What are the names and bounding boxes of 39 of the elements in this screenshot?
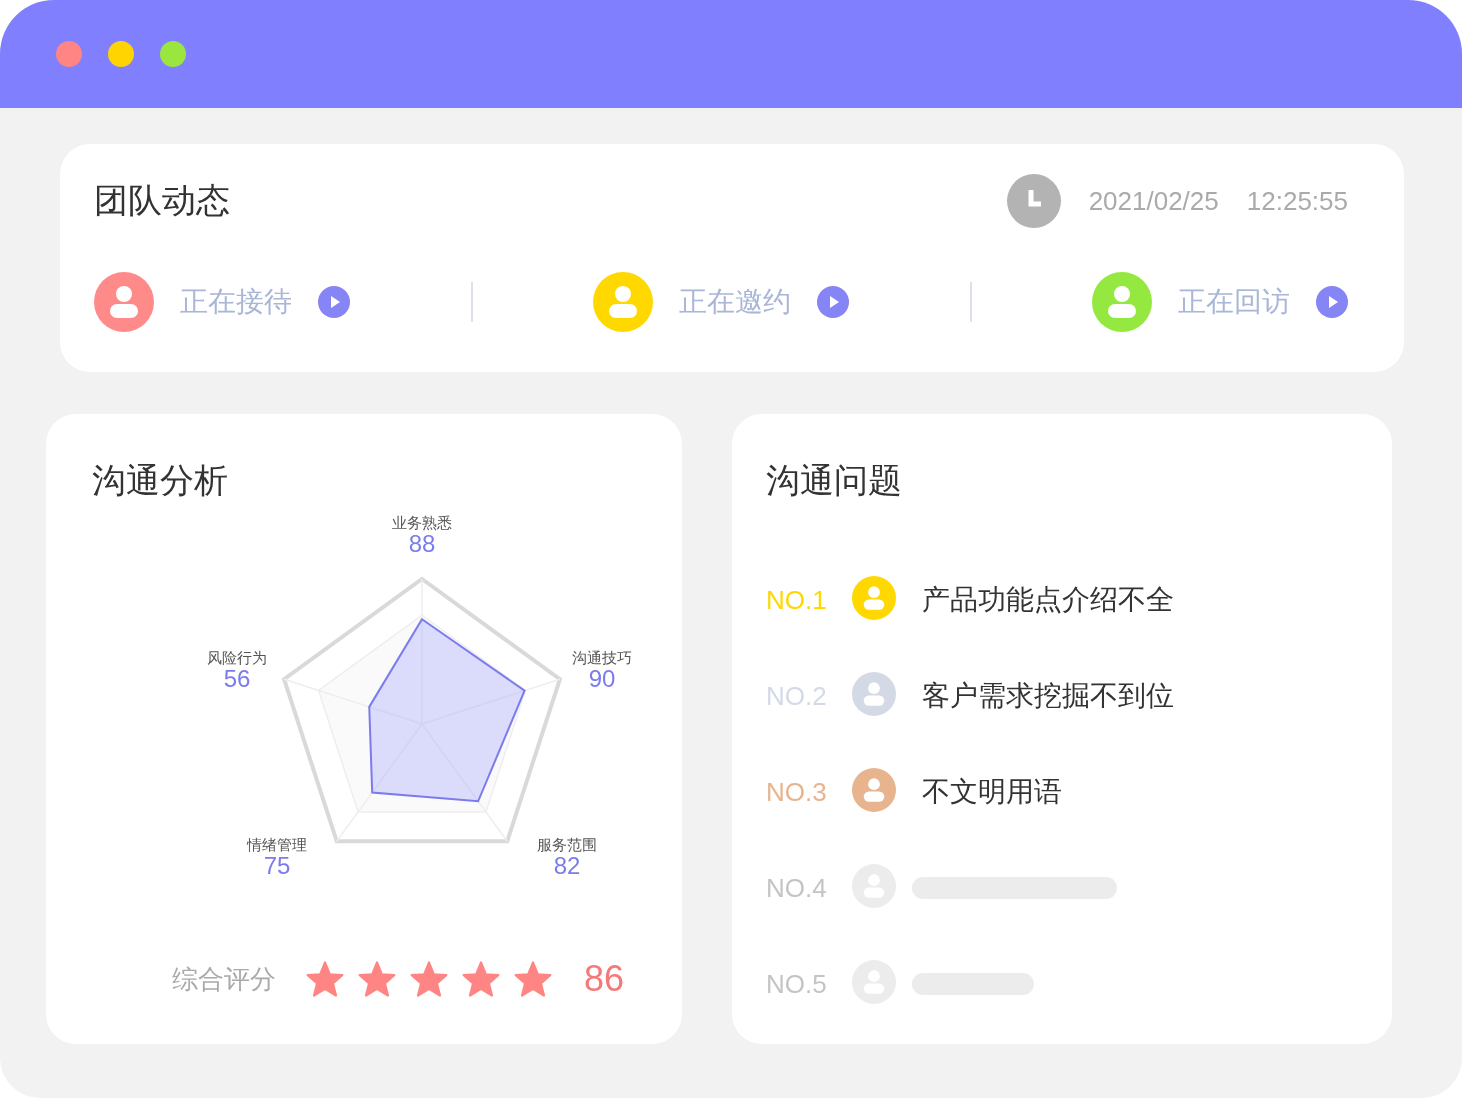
play-icon[interactable] <box>817 286 849 318</box>
star-icon <box>306 961 344 997</box>
axis-value: 75 <box>262 854 292 878</box>
status-label: 正在邀约 <box>679 284 791 320</box>
rank-label: NO.3 <box>766 776 828 808</box>
card-title: 团队动态 <box>94 179 230 222</box>
star-icon <box>462 961 500 997</box>
star-icon <box>514 961 552 997</box>
card-title: 沟通问题 <box>766 459 903 502</box>
status-label: 正在回访 <box>1178 284 1290 320</box>
axis-label: 业务熟悉 <box>391 514 453 532</box>
issue-text: 客户需求挖掘不到位 <box>922 678 1174 714</box>
axis-value: 88 <box>407 532 436 556</box>
axis-label: 沟通技巧 <box>571 649 633 667</box>
play-icon[interactable] <box>318 286 350 318</box>
time-text: 12:25:55 <box>1246 185 1348 217</box>
window-dot[interactable] <box>108 41 134 67</box>
star-icon <box>358 961 396 997</box>
status-label: 正在接待 <box>180 284 292 320</box>
rank-label: NO.1 <box>766 584 828 616</box>
axis-value: 82 <box>552 854 582 878</box>
date-text: 2021/02/25 <box>1088 185 1219 217</box>
issue-text: 产品功能点介绍不全 <box>922 582 1174 618</box>
axis-label: 风险行为 <box>206 649 268 667</box>
play-icon[interactable] <box>1316 286 1348 318</box>
axis-value: 90 <box>587 667 617 691</box>
window-dot[interactable] <box>160 41 186 67</box>
rank-label: NO.4 <box>766 872 828 904</box>
axis-label: 服务范围 <box>536 836 598 854</box>
card-title: 沟通分析 <box>92 459 229 502</box>
score-value: 86 <box>584 958 625 1000</box>
axis-value: 56 <box>222 667 252 691</box>
rank-label: NO.5 <box>766 968 828 1000</box>
window-dot[interactable] <box>56 41 82 67</box>
issue-text: 不文明用语 <box>922 774 1062 810</box>
clock-icon <box>1006 174 1061 228</box>
score-label: 综合评分 <box>172 962 276 996</box>
star-icon <box>410 961 448 997</box>
axis-label: 情绪管理 <box>245 836 308 854</box>
